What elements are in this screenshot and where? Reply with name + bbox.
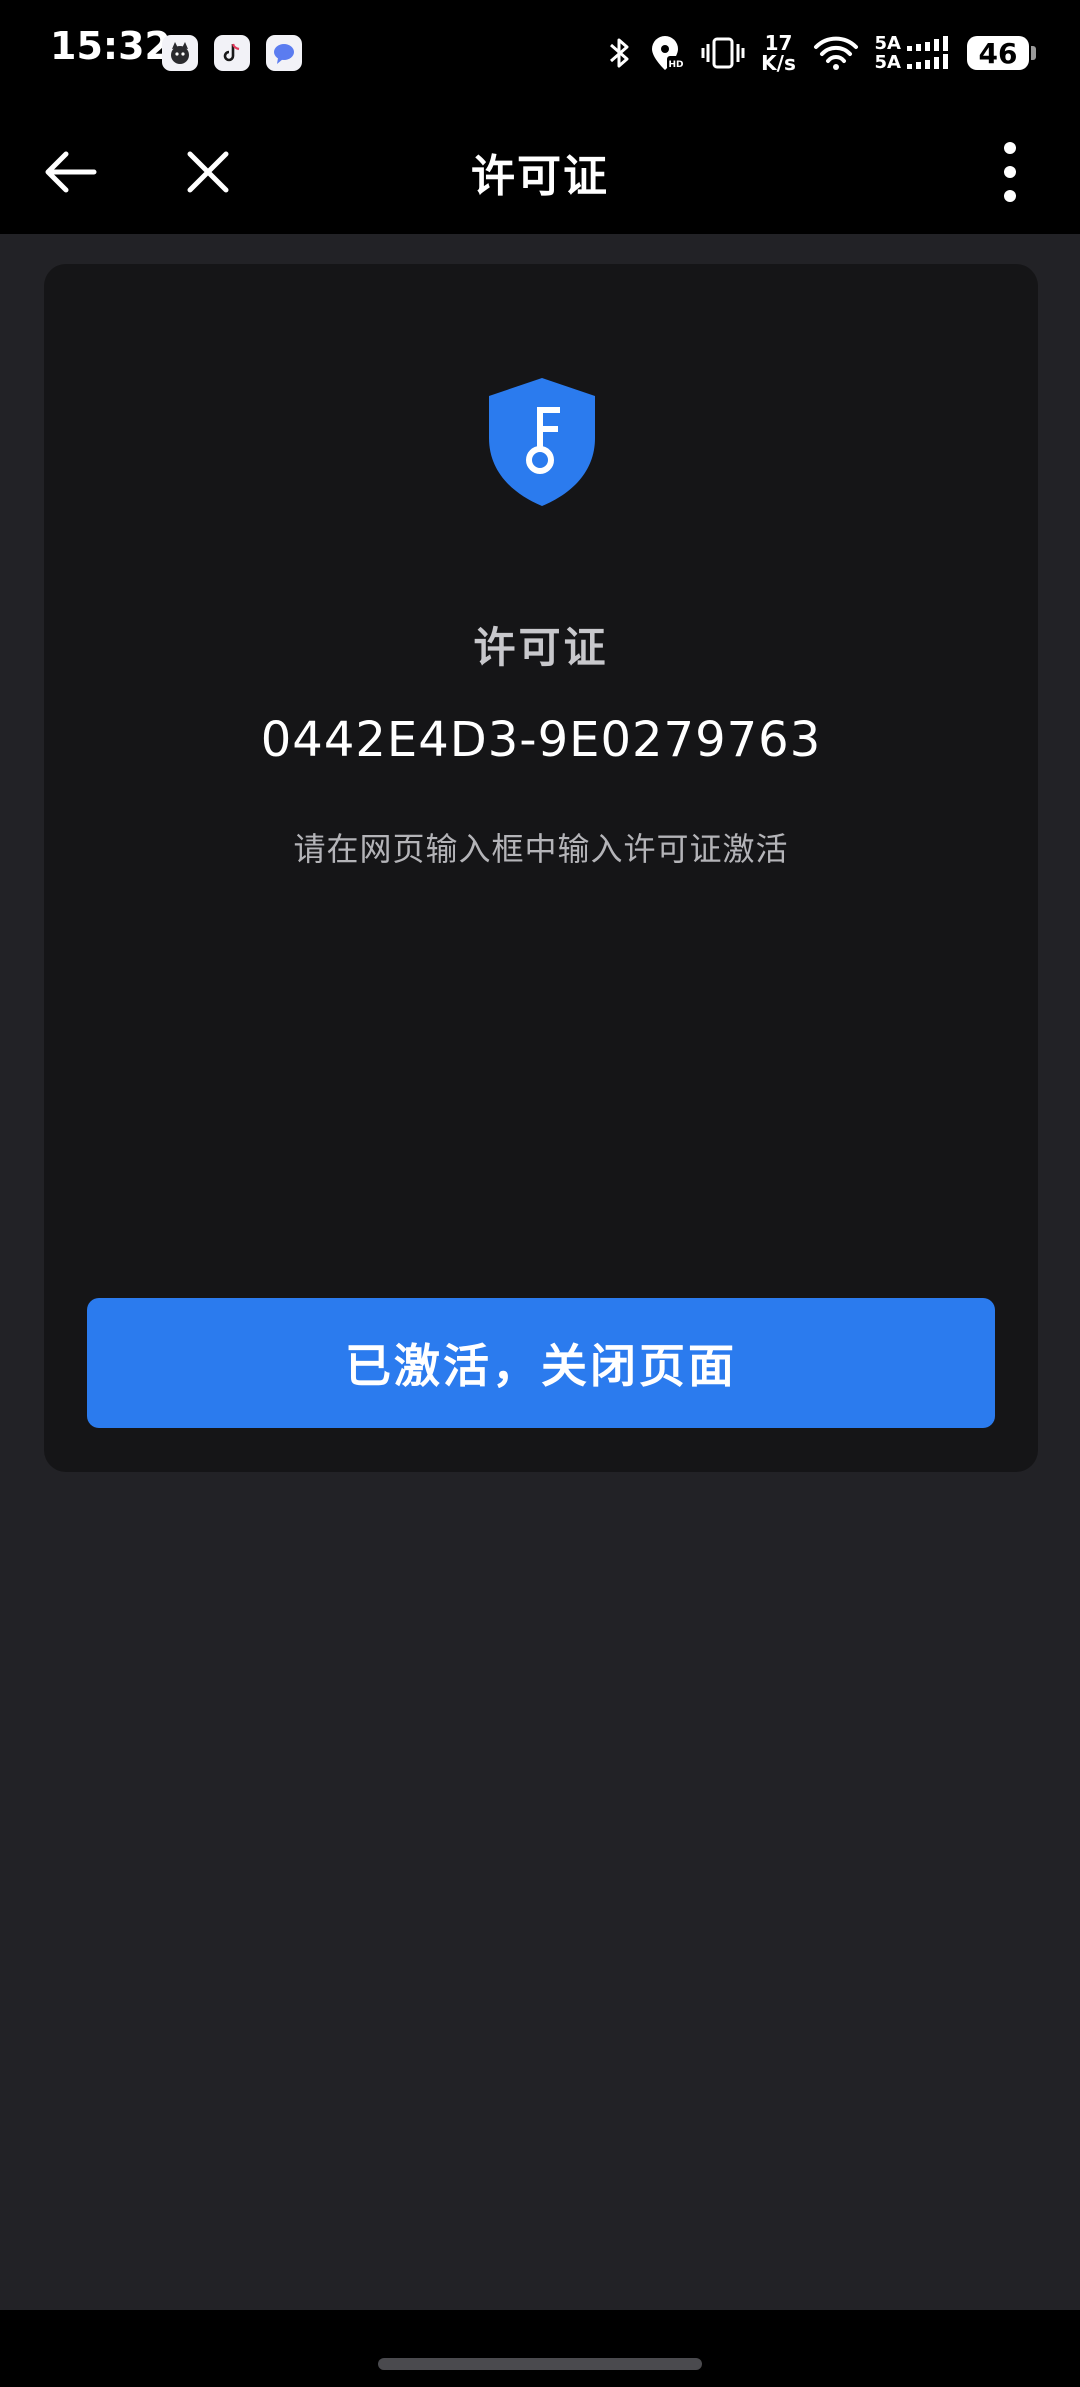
location-hd-icon: HD — [651, 36, 685, 70]
cell-signal: 5A 5A — [875, 34, 951, 72]
page-title: 许可证 — [471, 151, 609, 202]
app-bar: 许可证 — [0, 110, 1080, 234]
battery-indicator: 46 — [967, 36, 1029, 70]
card-title: 许可证 — [473, 623, 609, 672]
signal-bars-icon — [907, 36, 948, 69]
battery-tip — [1031, 46, 1036, 60]
vibrate-icon — [701, 37, 745, 69]
network-speed-value: 17 — [764, 31, 793, 55]
network-speed: 17 K/s — [761, 33, 797, 73]
status-time: 15:32 — [50, 24, 171, 68]
signal-label-2: 5A — [874, 52, 901, 73]
activation-hint: 请在网页输入框中输入许可证激活 — [293, 830, 789, 868]
home-indicator[interactable] — [378, 2358, 702, 2370]
cat-app-icon — [162, 35, 198, 71]
gesture-bar — [0, 2310, 1080, 2387]
chat-app-icon — [266, 35, 302, 71]
bluetooth-icon — [609, 38, 629, 68]
license-card: 许可证 0442E4D3-9E0279763 请在网页输入框中输入许可证激活 已… — [44, 264, 1038, 1472]
status-bar: 15:32 HD 17 K/s 5A 5A 46 — [0, 0, 1080, 110]
tiktok-app-icon — [214, 35, 250, 71]
shield-key-icon — [489, 378, 595, 506]
network-speed-unit: K/s — [761, 51, 796, 75]
svg-text:HD: HD — [668, 60, 683, 70]
page-content: 许可证 0442E4D3-9E0279763 请在网页输入框中输入许可证激活 已… — [0, 234, 1080, 2310]
status-icons: HD 17 K/s 5A 5A 46 — [607, 28, 1036, 78]
activated-close-button[interactable]: 已激活，关闭页面 — [87, 1298, 995, 1428]
license-key: 0442E4D3-9E0279763 — [260, 712, 822, 768]
more-options-button[interactable] — [970, 132, 1050, 212]
wifi-icon — [813, 36, 858, 70]
more-vertical-icon — [1004, 142, 1016, 202]
signal-label-1: 5A — [874, 33, 901, 54]
